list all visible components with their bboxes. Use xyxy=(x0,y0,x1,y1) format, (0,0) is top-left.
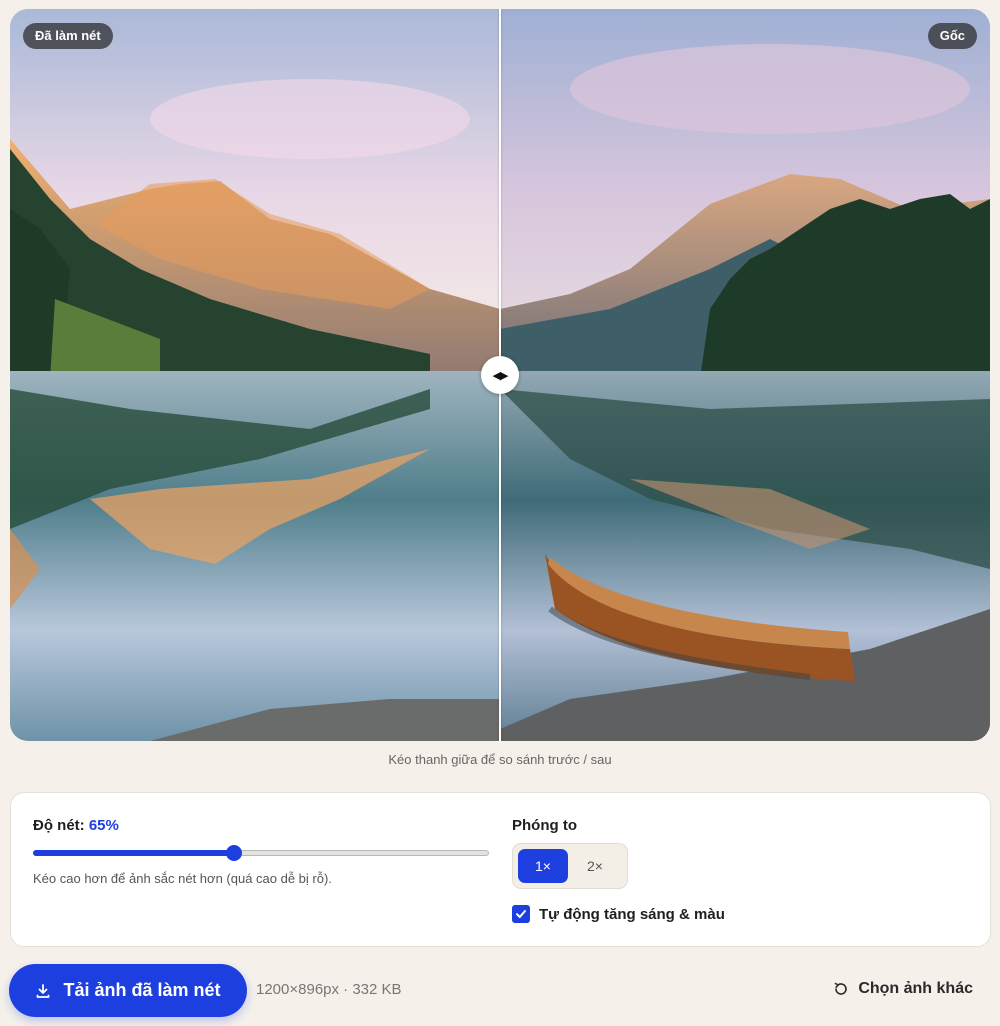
sharpness-value: 65% xyxy=(88,817,119,834)
original-badge: Gốc xyxy=(927,23,977,49)
download-icon xyxy=(37,983,50,998)
zoom-1x-button[interactable]: 1× xyxy=(518,849,568,883)
zoom-2x-button[interactable]: 2× xyxy=(570,849,620,883)
sharpness-slider[interactable] xyxy=(33,845,489,861)
download-label: Tải ảnh đã làm nét xyxy=(63,980,221,1000)
slider-fill xyxy=(33,850,234,856)
before-after-comparison[interactable]: Đã làm nét Gốc ◀▶ xyxy=(10,9,990,741)
sharpness-label: Độ nét: 65% xyxy=(33,817,119,834)
choose-other-label: Chọn ảnh khác xyxy=(858,980,973,997)
original-half xyxy=(500,9,990,741)
download-enhanced-button[interactable]: Tải ảnh đã làm nét xyxy=(9,964,247,1017)
slider-thumb[interactable] xyxy=(225,845,242,861)
auto-enhance-option[interactable]: Tự động tăng sáng & màu xyxy=(512,904,725,924)
zoom-label: Phóng to xyxy=(512,817,577,834)
refresh-icon xyxy=(835,982,848,995)
zoom-toggle-group: 1× 2× xyxy=(512,843,628,889)
compare-handle[interactable]: ◀▶ xyxy=(481,356,519,394)
choose-other-image-button[interactable]: Chọn ảnh khác xyxy=(833,980,973,998)
check-icon xyxy=(516,910,526,918)
enhanced-half xyxy=(10,9,500,741)
settings-panel: Độ nét: 65% Kéo cao hơn để ảnh sắc nét h… xyxy=(10,792,991,947)
auto-enhance-label: Tự động tăng sáng & màu xyxy=(539,905,725,923)
file-meta: 1200×896px · 332 KB xyxy=(256,981,402,998)
auto-enhance-checkbox[interactable] xyxy=(512,905,530,923)
compare-hint: Kéo thanh giữa để so sánh trước / sau xyxy=(388,752,612,767)
sharpness-help-text: Kéo cao hơn để ảnh sắc nét hơn (quá cao … xyxy=(33,871,332,886)
sharpness-label-text: Độ nét: xyxy=(33,817,85,834)
enhanced-badge: Đã làm nét xyxy=(23,23,113,49)
